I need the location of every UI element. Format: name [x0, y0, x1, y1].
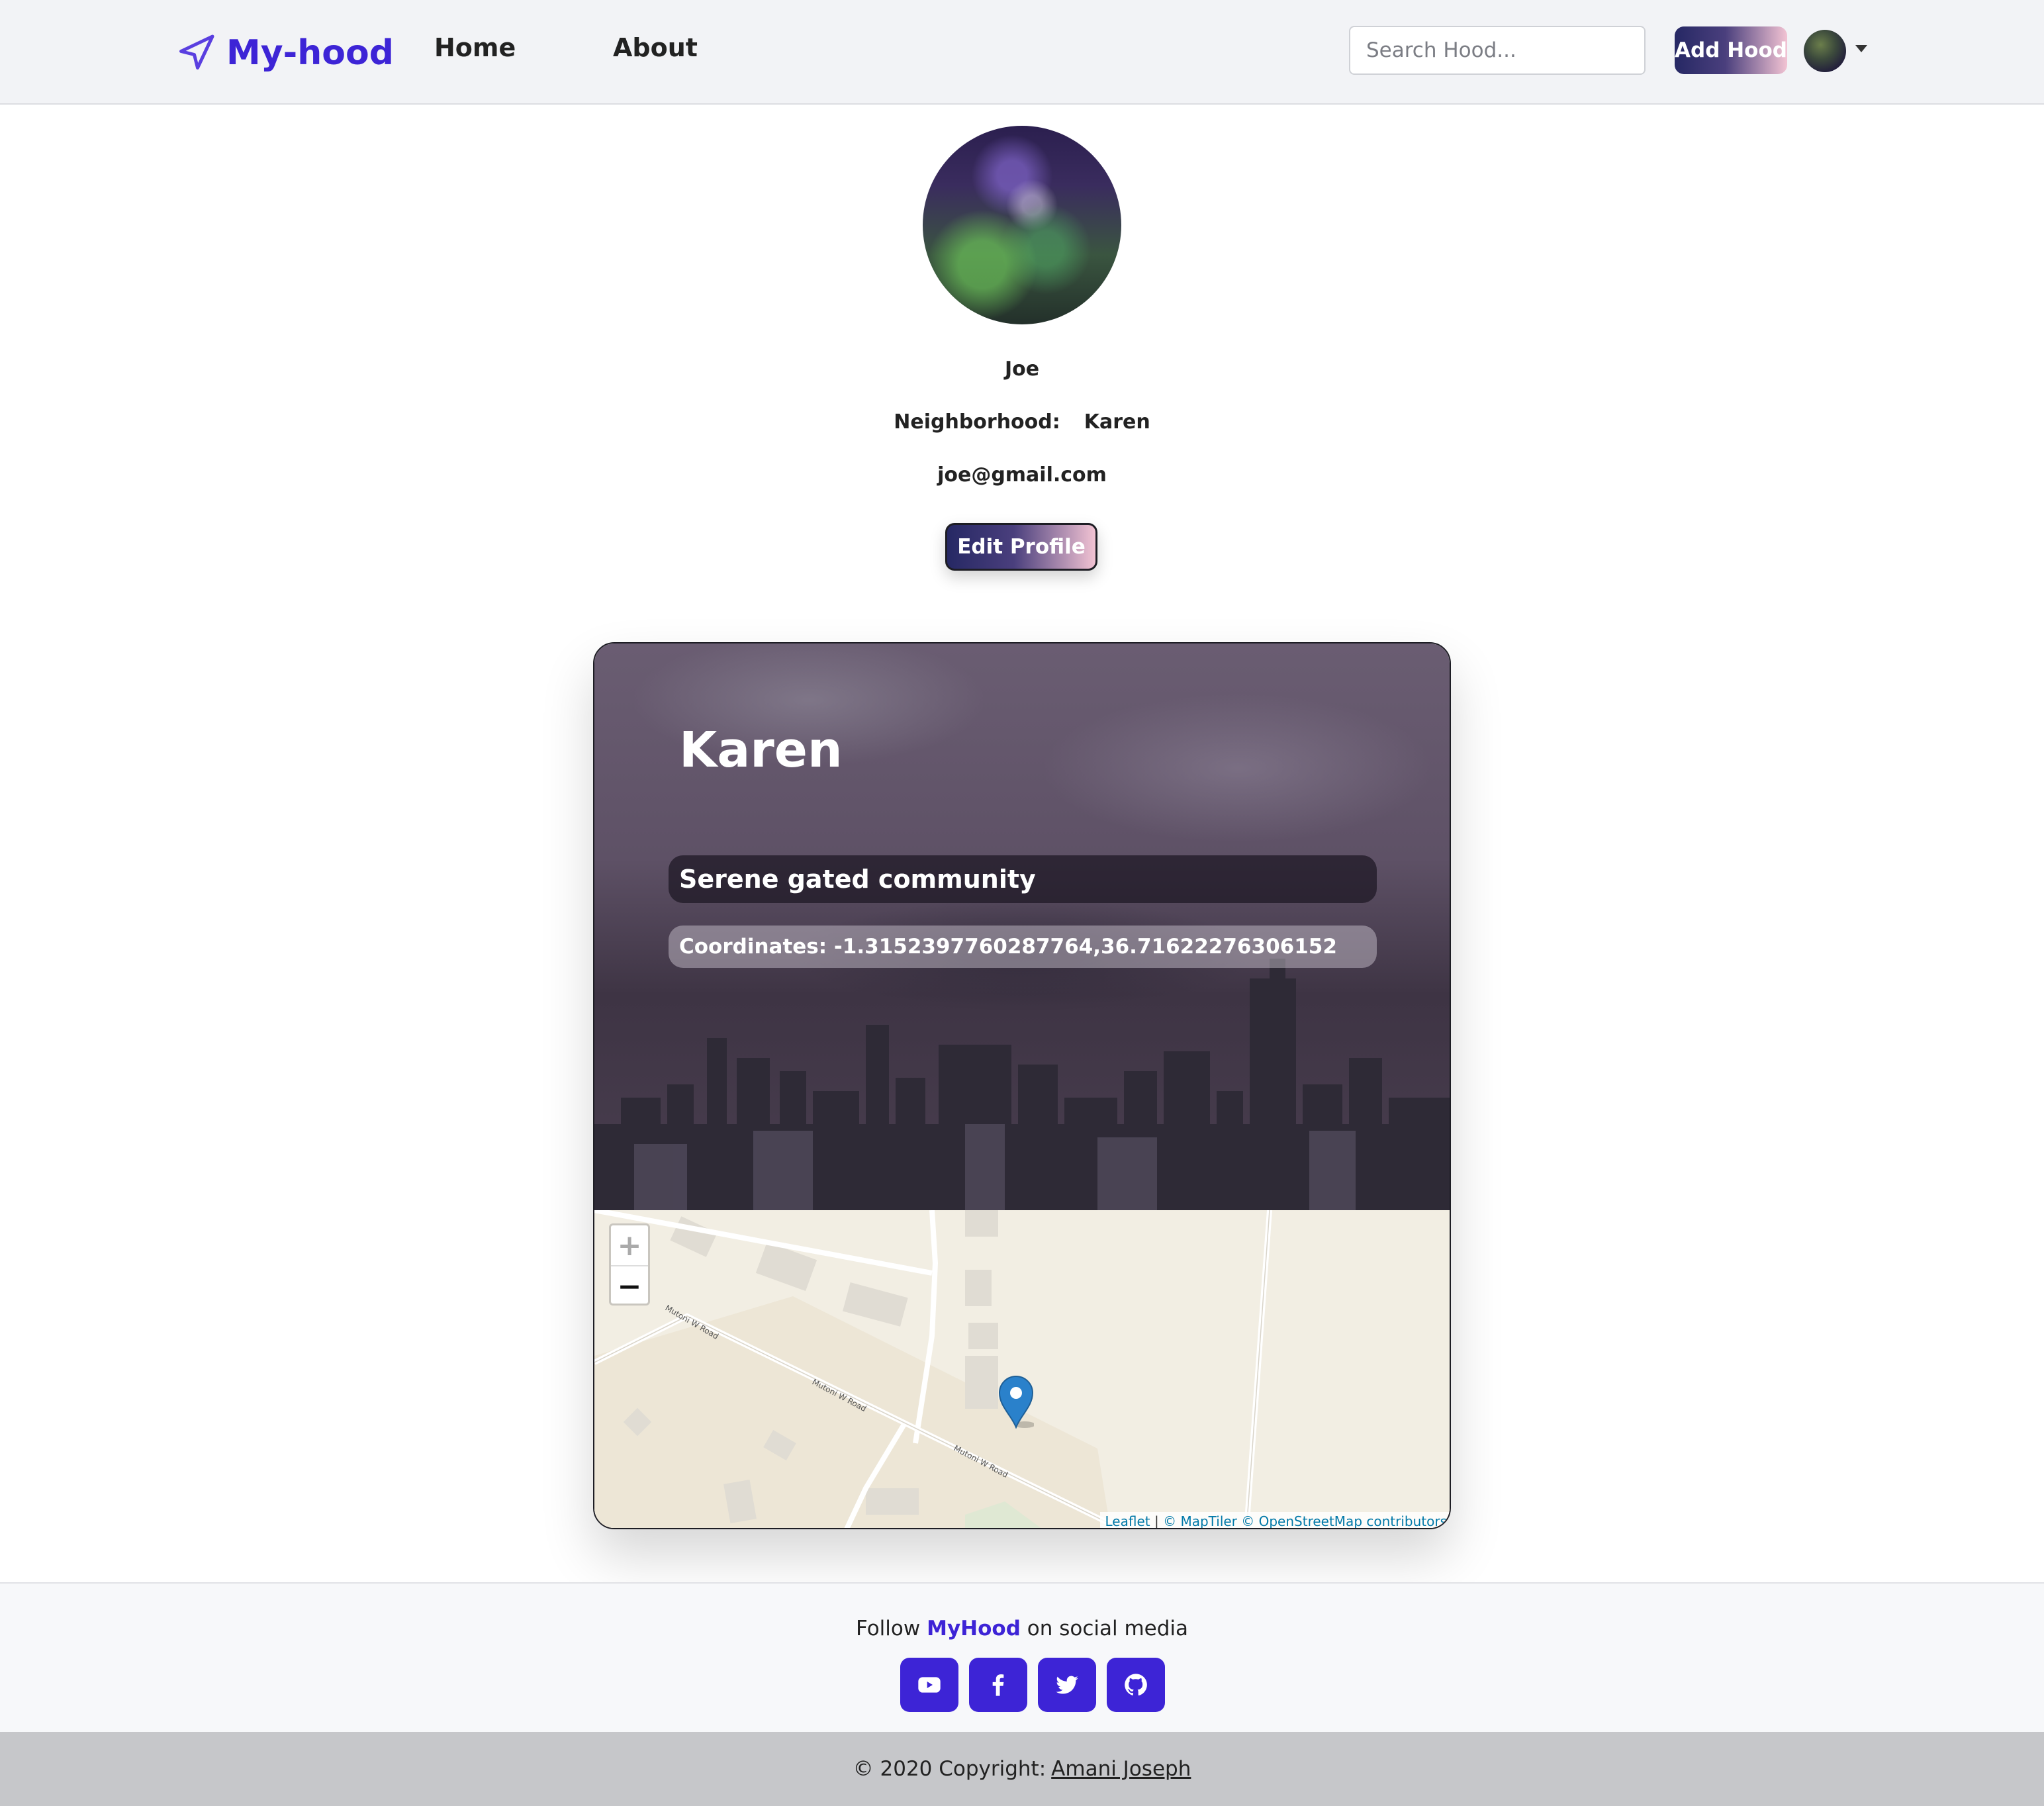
zoom-out-button[interactable]: −	[611, 1266, 648, 1306]
profile-username: Joe	[1004, 357, 1040, 381]
map-attribution: Leaflet | © MapTiler © OpenStreetMap con…	[1099, 1512, 1450, 1529]
brand-link[interactable]: My-hood	[176, 29, 394, 77]
hood-description: Serene gated community	[669, 855, 1377, 903]
twitter-button[interactable]	[1038, 1658, 1096, 1712]
hood-card: Karen Serene gated community Coordinates…	[593, 642, 1451, 1529]
search-input[interactable]	[1349, 26, 1646, 75]
hood-coordinates: Coordinates: -1.3152397760287764,36.7162…	[669, 926, 1377, 968]
follow-brand: MyHood	[927, 1617, 1021, 1640]
facebook-icon	[992, 1674, 1004, 1696]
map-tiles: Mutoni W Road Mutoni W Road Mutoni W Roa…	[594, 1210, 1450, 1528]
navbar: My-hood Home About Add Hood	[0, 0, 2044, 105]
city-skyline-image	[594, 959, 1450, 1210]
nav-about-link[interactable]: About	[613, 33, 698, 62]
neighborhood-value: Karen	[1084, 410, 1150, 434]
follow-suffix: on social media	[1027, 1617, 1189, 1640]
navigation-arrow-icon	[179, 34, 214, 70]
brand-name: My-hood	[226, 33, 394, 73]
youtube-icon	[918, 1677, 941, 1693]
maptiler-osm-link[interactable]: © MapTiler © OpenStreetMap contributors	[1163, 1513, 1447, 1528]
social-links	[900, 1658, 1165, 1712]
neighborhood-label: Neighborhood:	[894, 410, 1060, 434]
footer: Follow MyHood on social media	[0, 1582, 2044, 1733]
leaflet-link[interactable]: Leaflet	[1105, 1513, 1150, 1528]
twitter-icon	[1056, 1676, 1078, 1694]
github-button[interactable]	[1107, 1658, 1165, 1712]
profile-photo	[923, 126, 1121, 324]
profile-email: joe@gmail.com	[937, 463, 1107, 487]
map-marker-icon[interactable]	[998, 1376, 1034, 1429]
edit-profile-button[interactable]: Edit Profile	[945, 523, 1097, 571]
zoom-in-button[interactable]: +	[611, 1225, 648, 1266]
hood-name: Karen	[679, 722, 843, 779]
hood-hero-image: Karen Serene gated community Coordinates…	[594, 643, 1450, 1210]
follow-text: Follow MyHood on social media	[0, 1617, 2044, 1640]
youtube-button[interactable]	[900, 1658, 958, 1712]
facebook-button[interactable]	[969, 1658, 1027, 1712]
nav-home-link[interactable]: Home	[434, 33, 516, 62]
add-hood-button[interactable]: Add Hood	[1675, 26, 1787, 74]
copyright-text: © 2020 Copyright:	[853, 1757, 1046, 1781]
copyright-bar: © 2020 Copyright: Amani Joseph	[0, 1732, 2044, 1806]
copyright-author-link[interactable]: Amani Joseph	[1051, 1757, 1191, 1781]
follow-prefix: Follow	[855, 1617, 921, 1640]
attribution-separator: |	[1154, 1513, 1159, 1529]
github-icon	[1125, 1674, 1147, 1696]
zoom-control: + −	[609, 1223, 650, 1306]
chevron-down-icon[interactable]	[1855, 45, 1867, 52]
user-avatar[interactable]	[1804, 30, 1846, 72]
profile-neighborhood: Neighborhood: Karen	[0, 410, 2044, 434]
hood-map[interactable]: Mutoni W Road Mutoni W Road Mutoni W Roa…	[594, 1210, 1450, 1529]
